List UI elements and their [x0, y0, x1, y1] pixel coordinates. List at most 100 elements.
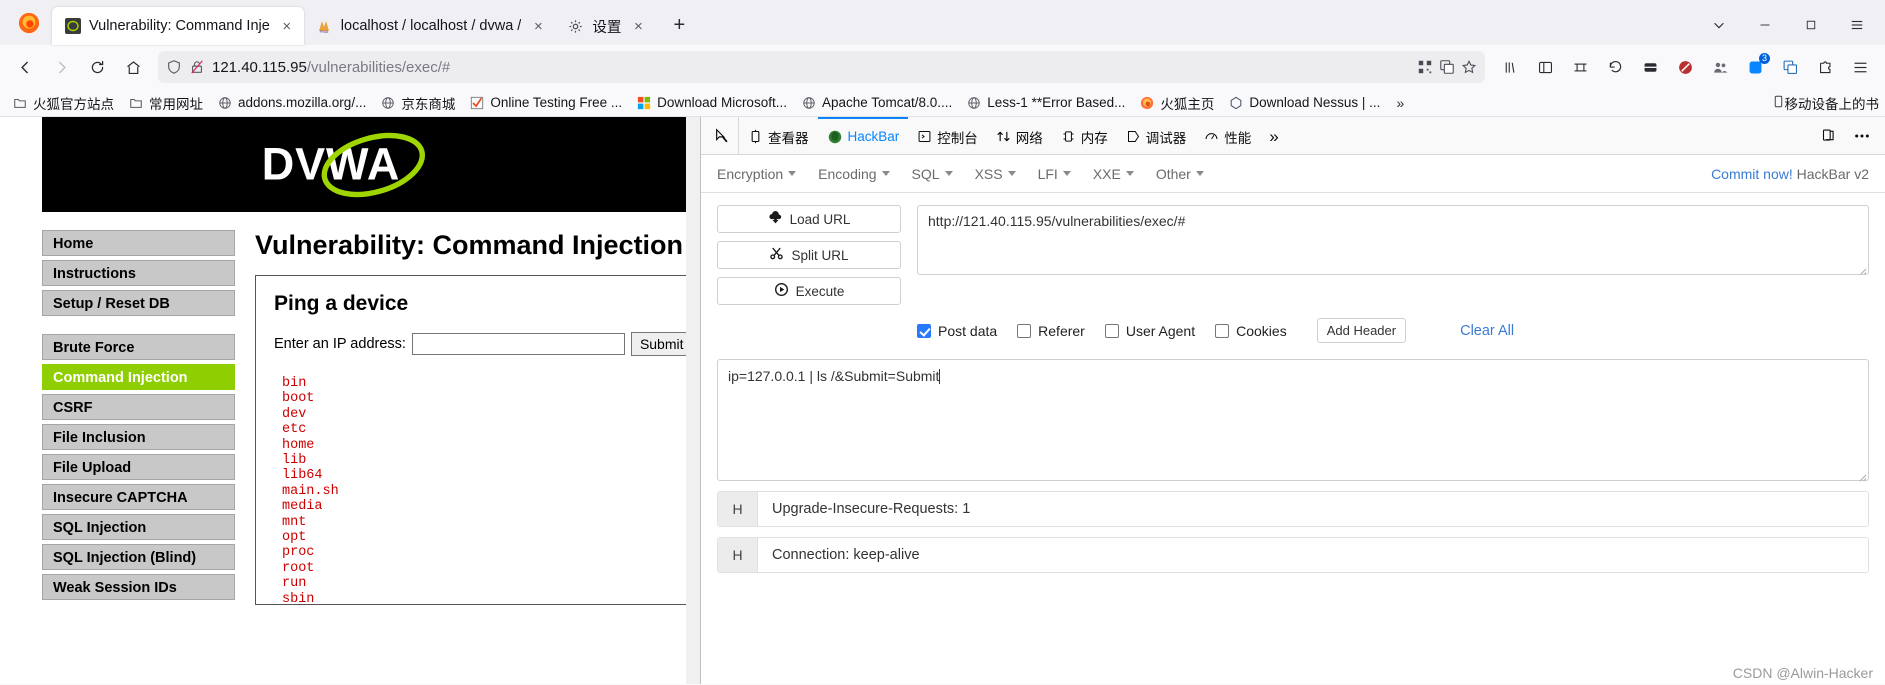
- sidebar-item-file-inclusion[interactable]: File Inclusion: [42, 424, 235, 450]
- new-tab-button[interactable]: +: [663, 9, 695, 41]
- menu-other[interactable]: Other: [1156, 166, 1204, 182]
- menu-xss[interactable]: XSS: [975, 166, 1016, 182]
- back-button[interactable]: [8, 51, 42, 83]
- submit-button[interactable]: Submit: [630, 332, 693, 356]
- header-row-1[interactable]: H Connection: keep-alive: [717, 537, 1869, 573]
- load-url-button[interactable]: Load URL: [717, 205, 901, 233]
- execute-button[interactable]: Execute: [717, 277, 901, 305]
- hamburger-menu-icon[interactable]: [1843, 51, 1877, 83]
- commit-now-link[interactable]: Commit now! HackBar v2: [1711, 166, 1869, 182]
- tab-performance[interactable]: 性能: [1195, 117, 1260, 154]
- clear-all-link[interactable]: Clear All: [1460, 323, 1514, 339]
- tab-close-button[interactable]: ×: [629, 17, 647, 35]
- element-picker-icon[interactable]: [705, 117, 739, 154]
- forward-button[interactable]: [44, 51, 78, 83]
- tab-console[interactable]: 控制台: [908, 117, 987, 154]
- checkbox-post-data[interactable]: Post data: [917, 323, 997, 339]
- checkbox-referer[interactable]: Referer: [1017, 323, 1085, 339]
- tab-debugger[interactable]: 调试器: [1117, 117, 1196, 154]
- sidebar-item-instructions[interactable]: Instructions: [42, 260, 235, 286]
- sidebar-item-home[interactable]: Home: [42, 230, 235, 256]
- window-maximize-button[interactable]: [1789, 5, 1833, 45]
- translate-icon[interactable]: [1439, 59, 1455, 75]
- home-button[interactable]: [116, 51, 150, 83]
- bookmark-item-1[interactable]: 常用网址: [122, 91, 209, 115]
- sidebar-icon[interactable]: [1528, 51, 1562, 83]
- menu-lfi[interactable]: LFI: [1038, 166, 1071, 182]
- header-row-0[interactable]: H Upgrade-Insecure-Requests: 1: [717, 491, 1869, 527]
- tab-network[interactable]: 网络: [987, 117, 1052, 154]
- sidebar-item-csrf[interactable]: CSRF: [42, 394, 235, 420]
- people-icon[interactable]: [1703, 51, 1737, 83]
- bookmark-item-mobile[interactable]: 移动设备上的书: [1772, 93, 1879, 113]
- reload-button[interactable]: [80, 51, 114, 83]
- url-bar[interactable]: 121.40.115.95/vulnerabilities/exec/#: [158, 51, 1485, 83]
- bookmark-item-6[interactable]: Apache Tomcat/8.0....: [795, 93, 958, 113]
- translate-extension-icon[interactable]: [1773, 51, 1807, 83]
- checkbox-user-agent[interactable]: User Agent: [1104, 323, 1195, 339]
- extension-button[interactable]: 3: [1738, 51, 1772, 83]
- bookmark-item-7[interactable]: Less-1 **Error Based...: [960, 93, 1131, 113]
- bookmark-item-8[interactable]: 火狐主页: [1133, 91, 1220, 115]
- checkbox-cookies[interactable]: Cookies: [1215, 323, 1287, 339]
- page-scrollbar[interactable]: [686, 117, 700, 684]
- qr-code-icon[interactable]: [1417, 59, 1433, 75]
- sidebar-item-brute-force[interactable]: Brute Force: [42, 334, 235, 360]
- container-icon[interactable]: [1563, 51, 1597, 83]
- menu-encryption[interactable]: Encryption: [717, 166, 797, 182]
- menu-encoding[interactable]: Encoding: [818, 166, 890, 182]
- bookmarks-overflow-button[interactable]: »: [1388, 93, 1412, 113]
- browser-tab-2[interactable]: 设置 ×: [555, 7, 655, 45]
- checkbox-icon[interactable]: [1017, 323, 1032, 338]
- bookmark-item-2[interactable]: addons.mozilla.org/...: [211, 93, 372, 113]
- devtools-overflow-button[interactable]: »: [1260, 117, 1287, 154]
- resize-handle-icon[interactable]: [1857, 469, 1867, 482]
- window-minimize-button[interactable]: [1743, 5, 1787, 45]
- checkbox-icon[interactable]: [1215, 323, 1230, 338]
- tab-close-button[interactable]: ×: [529, 17, 547, 35]
- list-all-tabs-button[interactable]: [1697, 5, 1741, 45]
- bookmark-item-0[interactable]: 火狐官方站点: [6, 91, 120, 115]
- header-value[interactable]: Connection: keep-alive: [758, 547, 920, 563]
- menu-sql[interactable]: SQL: [912, 166, 953, 182]
- library-icon[interactable]: [1493, 51, 1527, 83]
- url-text[interactable]: 121.40.115.95/vulnerabilities/exec/#: [212, 59, 1410, 76]
- dock-panel-icon[interactable]: [1811, 117, 1845, 155]
- add-header-button[interactable]: Add Header: [1316, 318, 1407, 343]
- sidebar-item-command-injection[interactable]: Command Injection: [42, 364, 235, 390]
- sidebar-item-sql-injection-blind[interactable]: SQL Injection (Blind): [42, 544, 235, 570]
- browser-tab-1[interactable]: PMA localhost / localhost / dvwa / ×: [304, 7, 556, 45]
- post-data-textarea[interactable]: ip=127.0.0.1 | ls /&Submit=Submit: [717, 359, 1869, 482]
- bookmark-item-4[interactable]: Online Testing Free ...: [463, 93, 628, 113]
- split-url-button[interactable]: Split URL: [717, 241, 901, 269]
- tab-hackbar[interactable]: HackBar: [817, 117, 909, 154]
- menu-xxe[interactable]: XXE: [1093, 166, 1134, 182]
- browser-tab-0[interactable]: Vulnerability: Command Inje ×: [52, 7, 304, 45]
- bookmark-item-3[interactable]: 京东商城: [374, 91, 461, 115]
- more-options-icon[interactable]: [1845, 117, 1879, 155]
- checkbox-icon[interactable]: [1104, 323, 1119, 338]
- sidebar-item-sql-injection[interactable]: SQL Injection: [42, 514, 235, 540]
- url-textarea[interactable]: http://121.40.115.95/vulnerabilities/exe…: [917, 205, 1869, 275]
- checkbox-icon[interactable]: [917, 323, 931, 338]
- shield-icon[interactable]: [166, 59, 182, 75]
- sidebar-item-weak-session-ids[interactable]: Weak Session IDs: [42, 574, 235, 600]
- app-menu-button[interactable]: [1835, 5, 1879, 45]
- sidebar-item-insecure-captcha[interactable]: Insecure CAPTCHA: [42, 484, 235, 510]
- bookmark-item-5[interactable]: Download Microsoft...: [630, 93, 793, 113]
- pocket-icon[interactable]: [1633, 51, 1667, 83]
- extensions-puzzle-icon[interactable]: [1808, 51, 1842, 83]
- star-icon[interactable]: [1461, 59, 1477, 75]
- tab-inspector[interactable]: 查看器: [739, 117, 818, 154]
- lock-broken-icon[interactable]: [189, 59, 205, 75]
- tab-close-button[interactable]: ×: [278, 17, 296, 35]
- tab-memory[interactable]: 内存: [1052, 117, 1117, 154]
- sidebar-item-file-upload[interactable]: File Upload: [42, 454, 235, 480]
- header-value[interactable]: Upgrade-Insecure-Requests: 1: [758, 501, 970, 517]
- shield-block-icon[interactable]: [1668, 51, 1702, 83]
- sidebar-item-setup-reset-db[interactable]: Setup / Reset DB: [42, 290, 235, 316]
- resize-handle-icon[interactable]: [1857, 263, 1867, 274]
- bookmark-item-9[interactable]: Download Nessus | ...: [1222, 93, 1386, 113]
- undo-icon[interactable]: [1598, 51, 1632, 83]
- ip-address-input[interactable]: [411, 333, 625, 355]
